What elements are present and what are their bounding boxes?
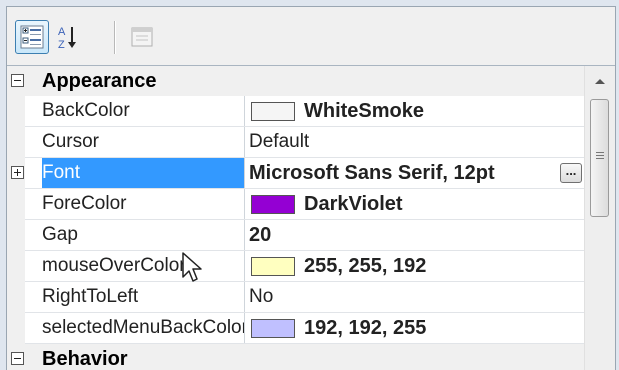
category-label: Behavior — [42, 348, 128, 370]
color-swatch — [251, 195, 295, 214]
grip-line — [596, 158, 604, 159]
color-swatch — [251, 102, 295, 121]
row-margin — [7, 127, 25, 158]
categorized-view-button[interactable] — [15, 20, 49, 54]
property-row-selectedmenubackcolor[interactable]: selectedMenuBackColor 192, 192, 255 — [7, 313, 584, 344]
collapse-minus-icon[interactable] — [11, 74, 24, 87]
row-margin — [7, 220, 25, 251]
mouse-pointer-icon — [182, 252, 202, 282]
category-row-behavior[interactable]: Behavior — [7, 344, 584, 370]
category-row-appearance[interactable]: Appearance — [7, 66, 584, 96]
property-name: RightToLeft — [42, 286, 139, 307]
scroll-up-arrow-icon[interactable] — [585, 66, 615, 96]
column-divider[interactable] — [244, 158, 245, 189]
property-value[interactable]: 255, 255, 192 — [304, 251, 584, 281]
property-row-cursor[interactable]: Cursor Default — [7, 127, 584, 158]
color-swatch — [251, 319, 295, 338]
category-label: Appearance — [42, 70, 157, 92]
property-name: Font — [42, 158, 244, 188]
property-name: selectedMenuBackColor — [42, 317, 244, 338]
alphabetical-sort-button[interactable]: A Z — [51, 20, 85, 54]
row-margin — [7, 282, 25, 313]
property-row-mouseovercolor[interactable]: mouseOverColor 255, 255, 192 — [7, 251, 584, 282]
color-swatch — [251, 257, 295, 276]
column-divider[interactable] — [244, 127, 245, 158]
expand-plus-icon[interactable] — [11, 166, 24, 179]
row-margin — [7, 96, 25, 127]
property-row-righttoleft[interactable]: RightToLeft No — [7, 282, 584, 313]
property-value[interactable]: WhiteSmoke — [304, 96, 584, 126]
property-value[interactable]: No — [249, 282, 584, 312]
property-grid-window: A Z Appearance BackColor WhiteSmoke Curs… — [6, 6, 616, 370]
property-value[interactable]: 192, 192, 255 — [304, 313, 584, 343]
column-divider[interactable] — [244, 251, 245, 282]
property-value[interactable]: Microsoft Sans Serif, 12pt — [249, 158, 556, 188]
vertical-scrollbar[interactable] — [584, 66, 615, 370]
property-pages-button[interactable] — [125, 20, 159, 54]
property-row-forecolor[interactable]: ForeColor DarkViolet — [7, 189, 584, 220]
property-grid-toolbar: A Z — [7, 7, 615, 65]
property-name: Gap — [42, 224, 78, 245]
column-divider[interactable] — [244, 220, 245, 251]
toolbar-separator — [114, 21, 116, 54]
svg-text:A: A — [58, 26, 66, 38]
property-value[interactable]: 20 — [249, 220, 584, 250]
row-margin — [7, 251, 25, 282]
property-grid: Appearance BackColor WhiteSmoke Cursor D… — [7, 65, 615, 370]
property-name: ForeColor — [42, 193, 127, 214]
collapse-minus-icon[interactable] — [11, 352, 24, 365]
font-dialog-button[interactable]: ... — [560, 163, 582, 183]
property-value[interactable]: DarkViolet — [304, 189, 584, 219]
categorized-icon — [20, 25, 44, 49]
property-value[interactable]: Default — [249, 127, 584, 157]
property-row-backcolor[interactable]: BackColor WhiteSmoke — [7, 96, 584, 127]
property-name: Cursor — [42, 131, 100, 152]
column-divider[interactable] — [244, 96, 245, 127]
column-divider[interactable] — [244, 189, 245, 220]
property-name: BackColor — [42, 100, 130, 121]
scrollbar-thumb[interactable] — [590, 99, 609, 217]
row-margin — [7, 313, 25, 344]
sort-az-icon: A Z — [58, 26, 76, 51]
svg-text:Z: Z — [58, 39, 65, 51]
grip-line — [596, 155, 604, 156]
property-row-gap[interactable]: Gap 20 — [7, 220, 584, 251]
row-margin — [7, 189, 25, 220]
property-name: mouseOverColor — [42, 255, 186, 276]
grip-line — [596, 152, 604, 153]
property-row-font[interactable]: Font Microsoft Sans Serif, 12pt ... — [7, 158, 584, 189]
property-pages-icon — [131, 27, 153, 47]
column-divider[interactable] — [244, 313, 245, 344]
column-divider[interactable] — [244, 282, 245, 313]
